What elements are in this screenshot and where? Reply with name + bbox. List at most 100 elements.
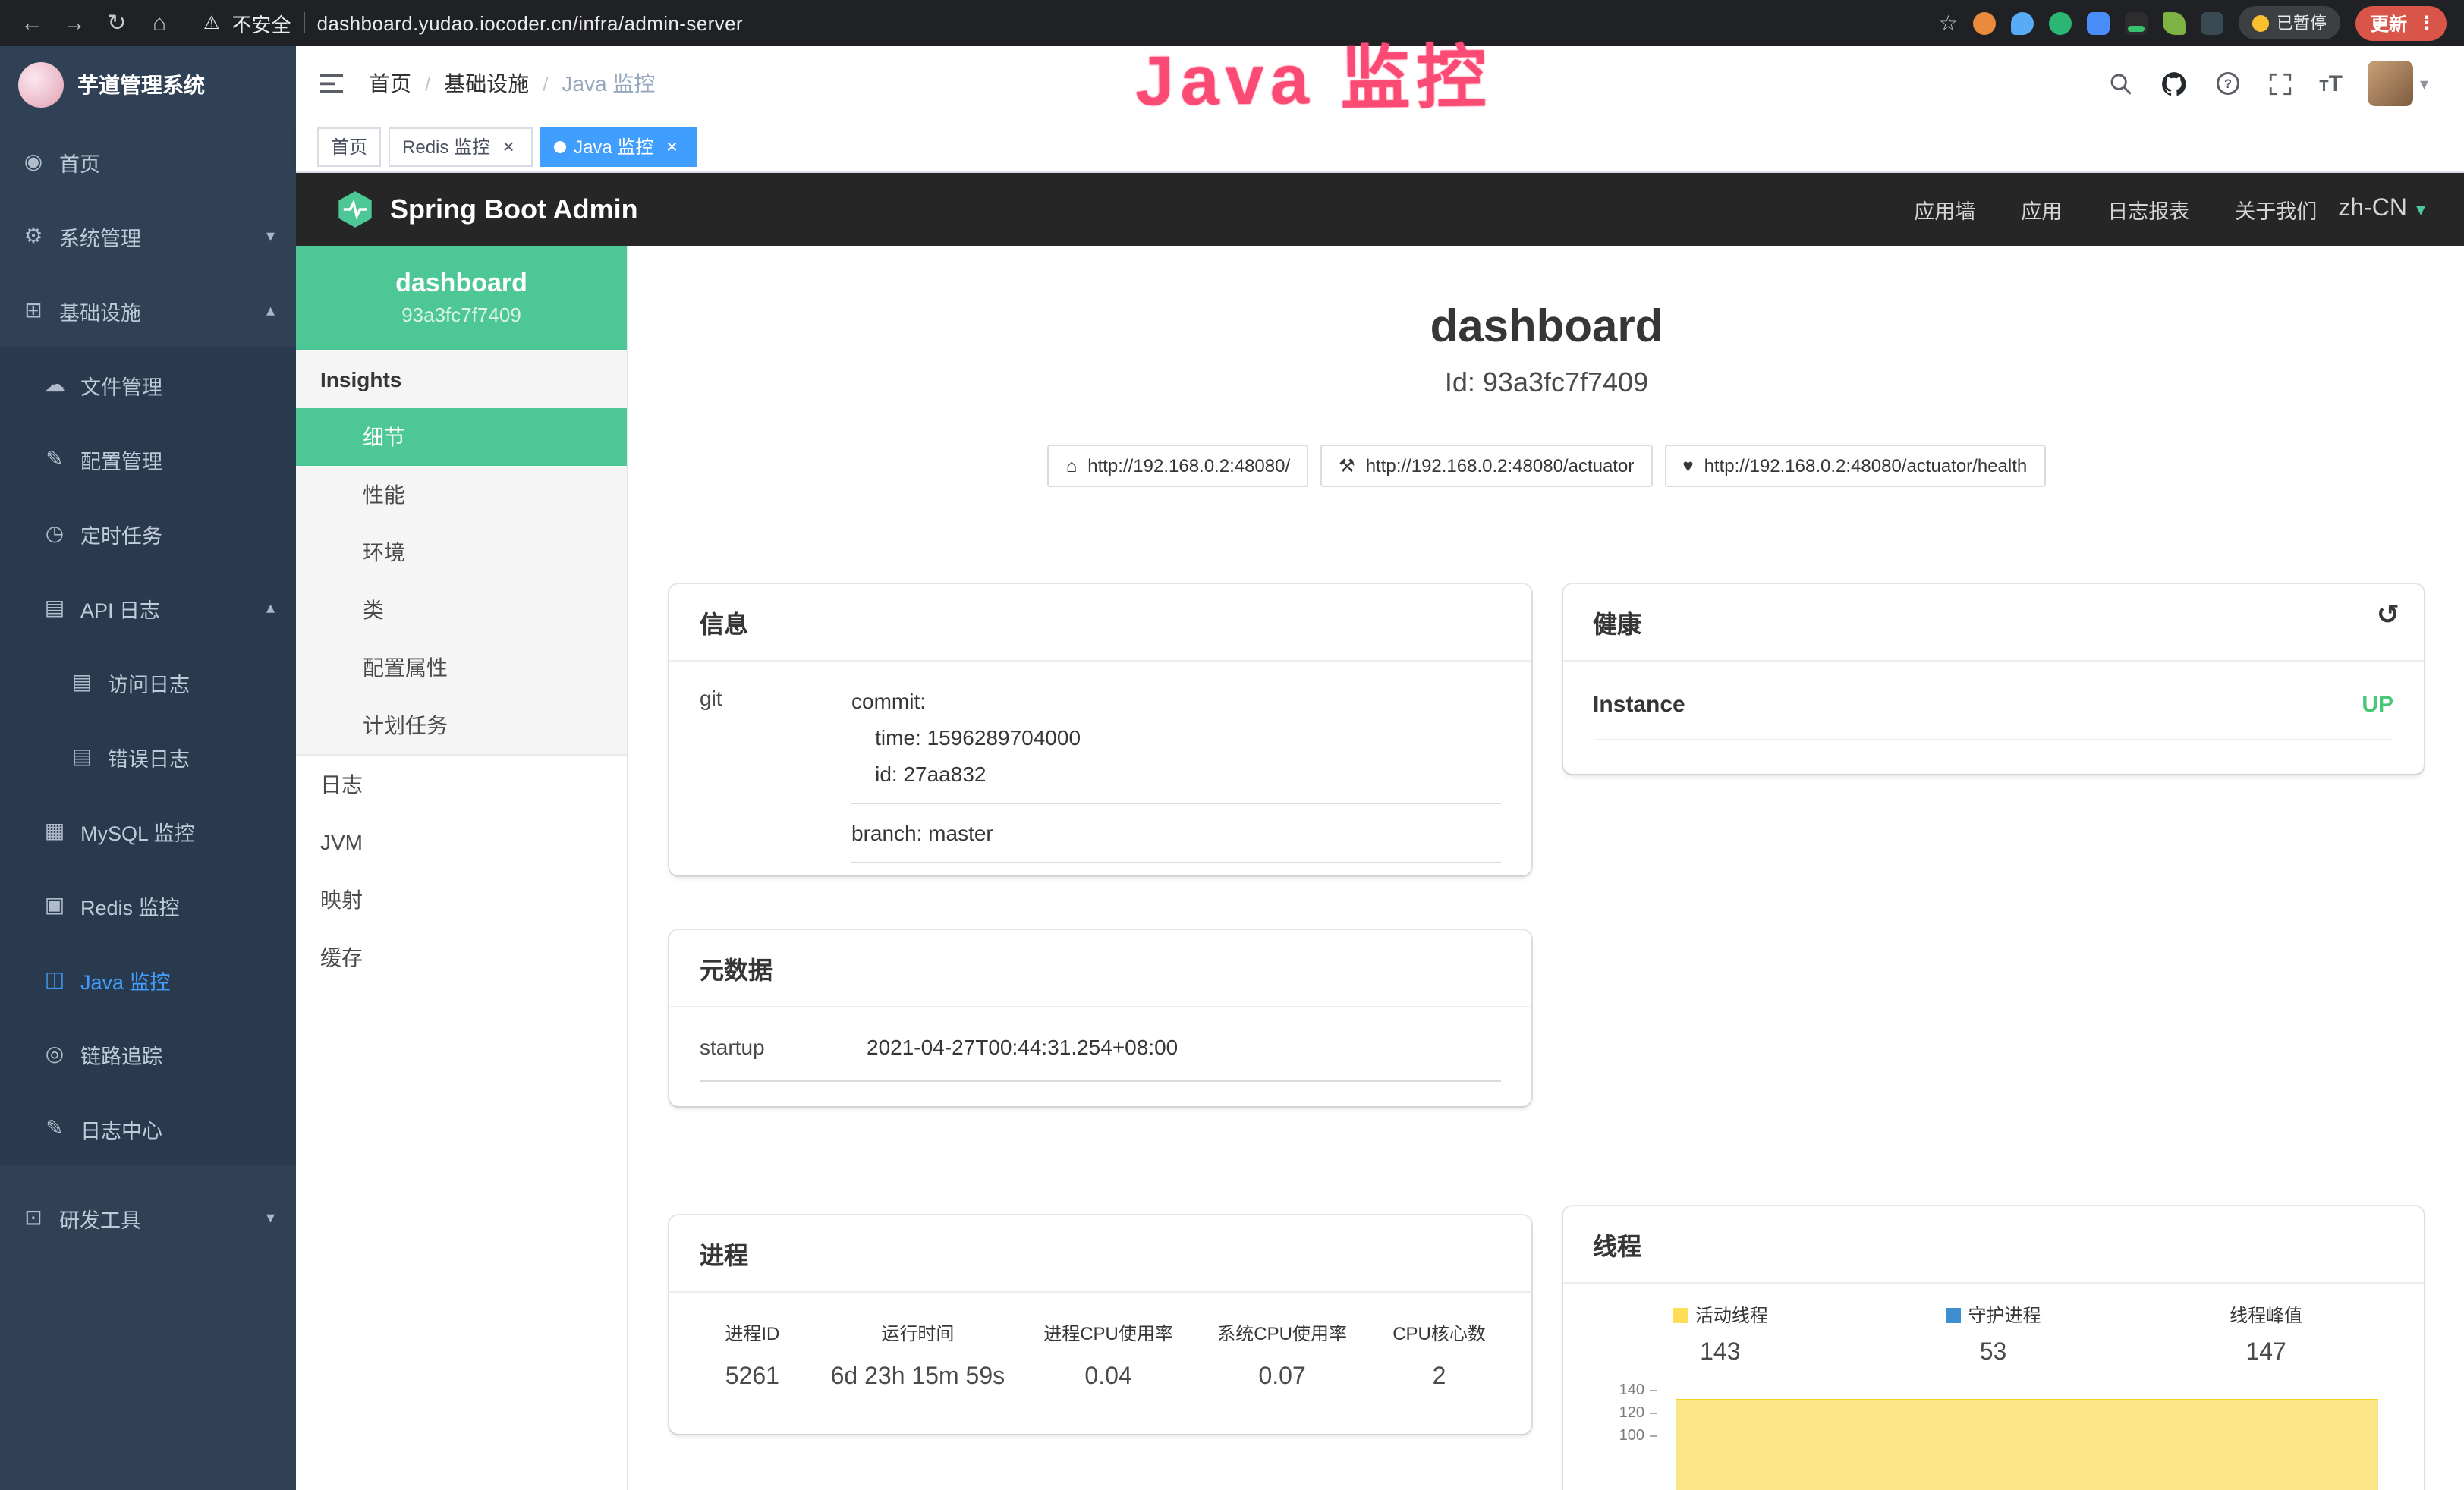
sidebar-item[interactable]: ⊞基础设施▴ [0, 273, 296, 347]
sidebar-item[interactable]: ▤ 错误日志 [0, 719, 296, 794]
update-button[interactable]: 更新 ⋮ [2355, 5, 2447, 40]
sba-menu-item[interactable]: 性能 [296, 466, 627, 523]
sba-nav-items: 应用墙 应用 日志报表 关于我们 [1914, 194, 2338, 225]
security-label: 不安全 [232, 8, 291, 37]
sba-menu-item[interactable]: 缓存 [296, 929, 627, 986]
locale-select[interactable]: zh-CN ▾ [2338, 196, 2425, 223]
divider [304, 12, 305, 33]
instance-header[interactable]: dashboard 93a3fc7f7409 [296, 246, 627, 350]
breadcrumb-item[interactable]: 首页 [369, 68, 411, 99]
fullscreen-icon[interactable] [2267, 71, 2293, 96]
sidebar-item[interactable]: ☁文件管理 [0, 347, 296, 422]
axis-tick: 100 [1596, 1429, 1657, 1444]
sba-menu-item[interactable]: JVM [296, 813, 627, 871]
logo-avatar-icon [18, 62, 64, 108]
sba-menu-item[interactable]: 日志 [296, 756, 627, 813]
bookmark-star-icon[interactable]: ☆ [1939, 10, 1958, 36]
browser-home-icon[interactable]: ⌂ [146, 10, 173, 36]
instance-link[interactable]: ⚒http://192.168.0.2:48080/actuator [1320, 445, 1652, 487]
info-line: id: 27aa832 [851, 756, 1500, 792]
tab-item[interactable]: 首页 [317, 127, 381, 166]
sba-menu-item[interactable]: 计划任务 [296, 696, 627, 754]
svg-text:?: ? [2224, 77, 2232, 91]
instance-link[interactable]: ⌂http://192.168.0.2:48080/ [1048, 445, 1308, 487]
sba-logo-icon [335, 190, 375, 229]
sba-menu-item[interactable]: 细节 [296, 408, 627, 466]
sidebar-item[interactable]: ✎日志中心 [0, 1091, 296, 1165]
sidebar-item[interactable]: ◉首页 [0, 124, 296, 199]
history-icon[interactable]: ↺ [2377, 599, 2399, 631]
process-value: 0.07 [1195, 1355, 1369, 1400]
chevron-up-icon: ▴ [266, 300, 275, 320]
info-row-label: git [700, 683, 851, 863]
sidebar-item[interactable]: ⊡研发工具▾ [0, 1180, 296, 1255]
breadcrumb-separator: / [543, 72, 548, 95]
sidebar-item[interactable]: ▤API 日志▴ [0, 571, 296, 645]
legend-item: 守护进程53 [1857, 1302, 2130, 1367]
help-icon[interactable]: ? [2214, 70, 2242, 97]
reload-icon[interactable]: ↻ [103, 9, 131, 36]
sidebar-item[interactable]: ◫Java 监控 [0, 942, 296, 1017]
extension-icon[interactable] [2163, 11, 2186, 34]
breadcrumb-item[interactable]: 基础设施 [444, 68, 529, 99]
sidebar-item[interactable]: ✎配置管理 [0, 422, 296, 496]
extension-icon[interactable] [2049, 11, 2072, 34]
github-icon[interactable] [2160, 69, 2189, 98]
paused-badge[interactable]: 已暂停 [2239, 6, 2340, 39]
infrastructure-icon: ⊞ [21, 297, 46, 323]
sba-navbar: Spring Boot Admin 应用墙 应用 日志报表 关于我们 zh-CN ▾ [296, 173, 2464, 246]
close-icon[interactable]: × [498, 136, 519, 157]
chart-area [1675, 1399, 2378, 1490]
app-logo[interactable]: 芋道管理系统 [0, 46, 296, 124]
search-icon[interactable] [2108, 71, 2134, 96]
avatar[interactable]: ▾ [2368, 61, 2428, 106]
breadcrumb-item[interactable]: Java 监控 [562, 68, 656, 99]
sidebar-item[interactable]: ⚙系统管理▾ [0, 199, 296, 273]
sba-nav-item[interactable]: 应用墙 [1914, 194, 1975, 225]
hamburger-icon[interactable] [320, 70, 348, 97]
close-icon[interactable]: × [661, 136, 682, 157]
extension-icon[interactable] [2087, 11, 2110, 34]
extension-icon[interactable] [2125, 11, 2148, 34]
menu-kebab-icon[interactable]: ⋮ [2415, 12, 2439, 33]
process-value: 2 [1369, 1355, 1509, 1400]
sba-nav-item[interactable]: 关于我们 [2235, 194, 2317, 225]
sidebar-item[interactable]: ◷定时任务 [0, 496, 296, 571]
process-card: 进程 进程ID运行时间进程CPU使用率系统CPU使用率CPU核心数 52616d… [669, 1215, 1531, 1434]
sba-nav-item[interactable]: 日志报表 [2107, 194, 2189, 225]
topbar: 首页/基础设施/Java 监控 ? TT [296, 46, 2464, 121]
sba-menu-item[interactable]: 配置属性 [296, 639, 627, 696]
legend-item: 线程峰值147 [2129, 1302, 2403, 1367]
back-icon[interactable]: ← [18, 10, 46, 36]
locale-label: zh-CN [2338, 196, 2407, 223]
instance-link[interactable]: ♥http://192.168.0.2:48080/actuator/healt… [1664, 445, 2045, 487]
axis-tick: 120 [1596, 1407, 1657, 1422]
sba-brand[interactable]: Spring Boot Admin [335, 190, 638, 229]
forward-icon[interactable]: → [61, 10, 88, 36]
log-center-icon: ✎ [42, 1115, 67, 1141]
process-column-header: 进程ID [691, 1311, 814, 1355]
font-size-icon[interactable]: TT [2319, 72, 2343, 95]
tab-item[interactable]: Redis 监控× [389, 127, 533, 166]
sidebar-item[interactable]: ▤访问日志 [0, 645, 296, 719]
sidebar-item[interactable]: ▦MySQL 监控 [0, 794, 296, 868]
sba-menu-item[interactable]: 映射 [296, 871, 627, 929]
extension-icon[interactable] [2201, 11, 2223, 34]
process-header-row: 进程ID运行时间进程CPU使用率系统CPU使用率CPU核心数 [691, 1311, 1509, 1355]
health-instance-label: Instance [1593, 692, 1685, 718]
sidebar-item[interactable]: ▣Redis 监控 [0, 868, 296, 942]
url-bar[interactable]: ⚠ 不安全 dashboard.yudao.iocoder.cn/infra/a… [203, 8, 1924, 37]
tab-item[interactable]: Java 监控× [540, 127, 696, 166]
extension-icon[interactable] [1973, 11, 1996, 34]
instance-id: 93a3fc7f7409 [311, 303, 612, 326]
sba-menu-item[interactable]: 类 [296, 581, 627, 639]
sba-nav-item[interactable]: 应用 [2021, 194, 2062, 225]
sidebar-item[interactable]: ◎链路追踪 [0, 1017, 296, 1091]
sidebar-item-label: 错误日志 [108, 741, 190, 772]
extension-icon[interactable] [2011, 11, 2034, 34]
java-monitor-icon: ◫ [42, 967, 67, 992]
error-log-icon: ▤ [70, 743, 94, 769]
sba-menu-item[interactable]: 环境 [296, 523, 627, 581]
instance-name: dashboard [311, 269, 612, 299]
threads-card: 线程 活动线程143守护进程53线程峰值147 140120100 [1562, 1206, 2424, 1490]
